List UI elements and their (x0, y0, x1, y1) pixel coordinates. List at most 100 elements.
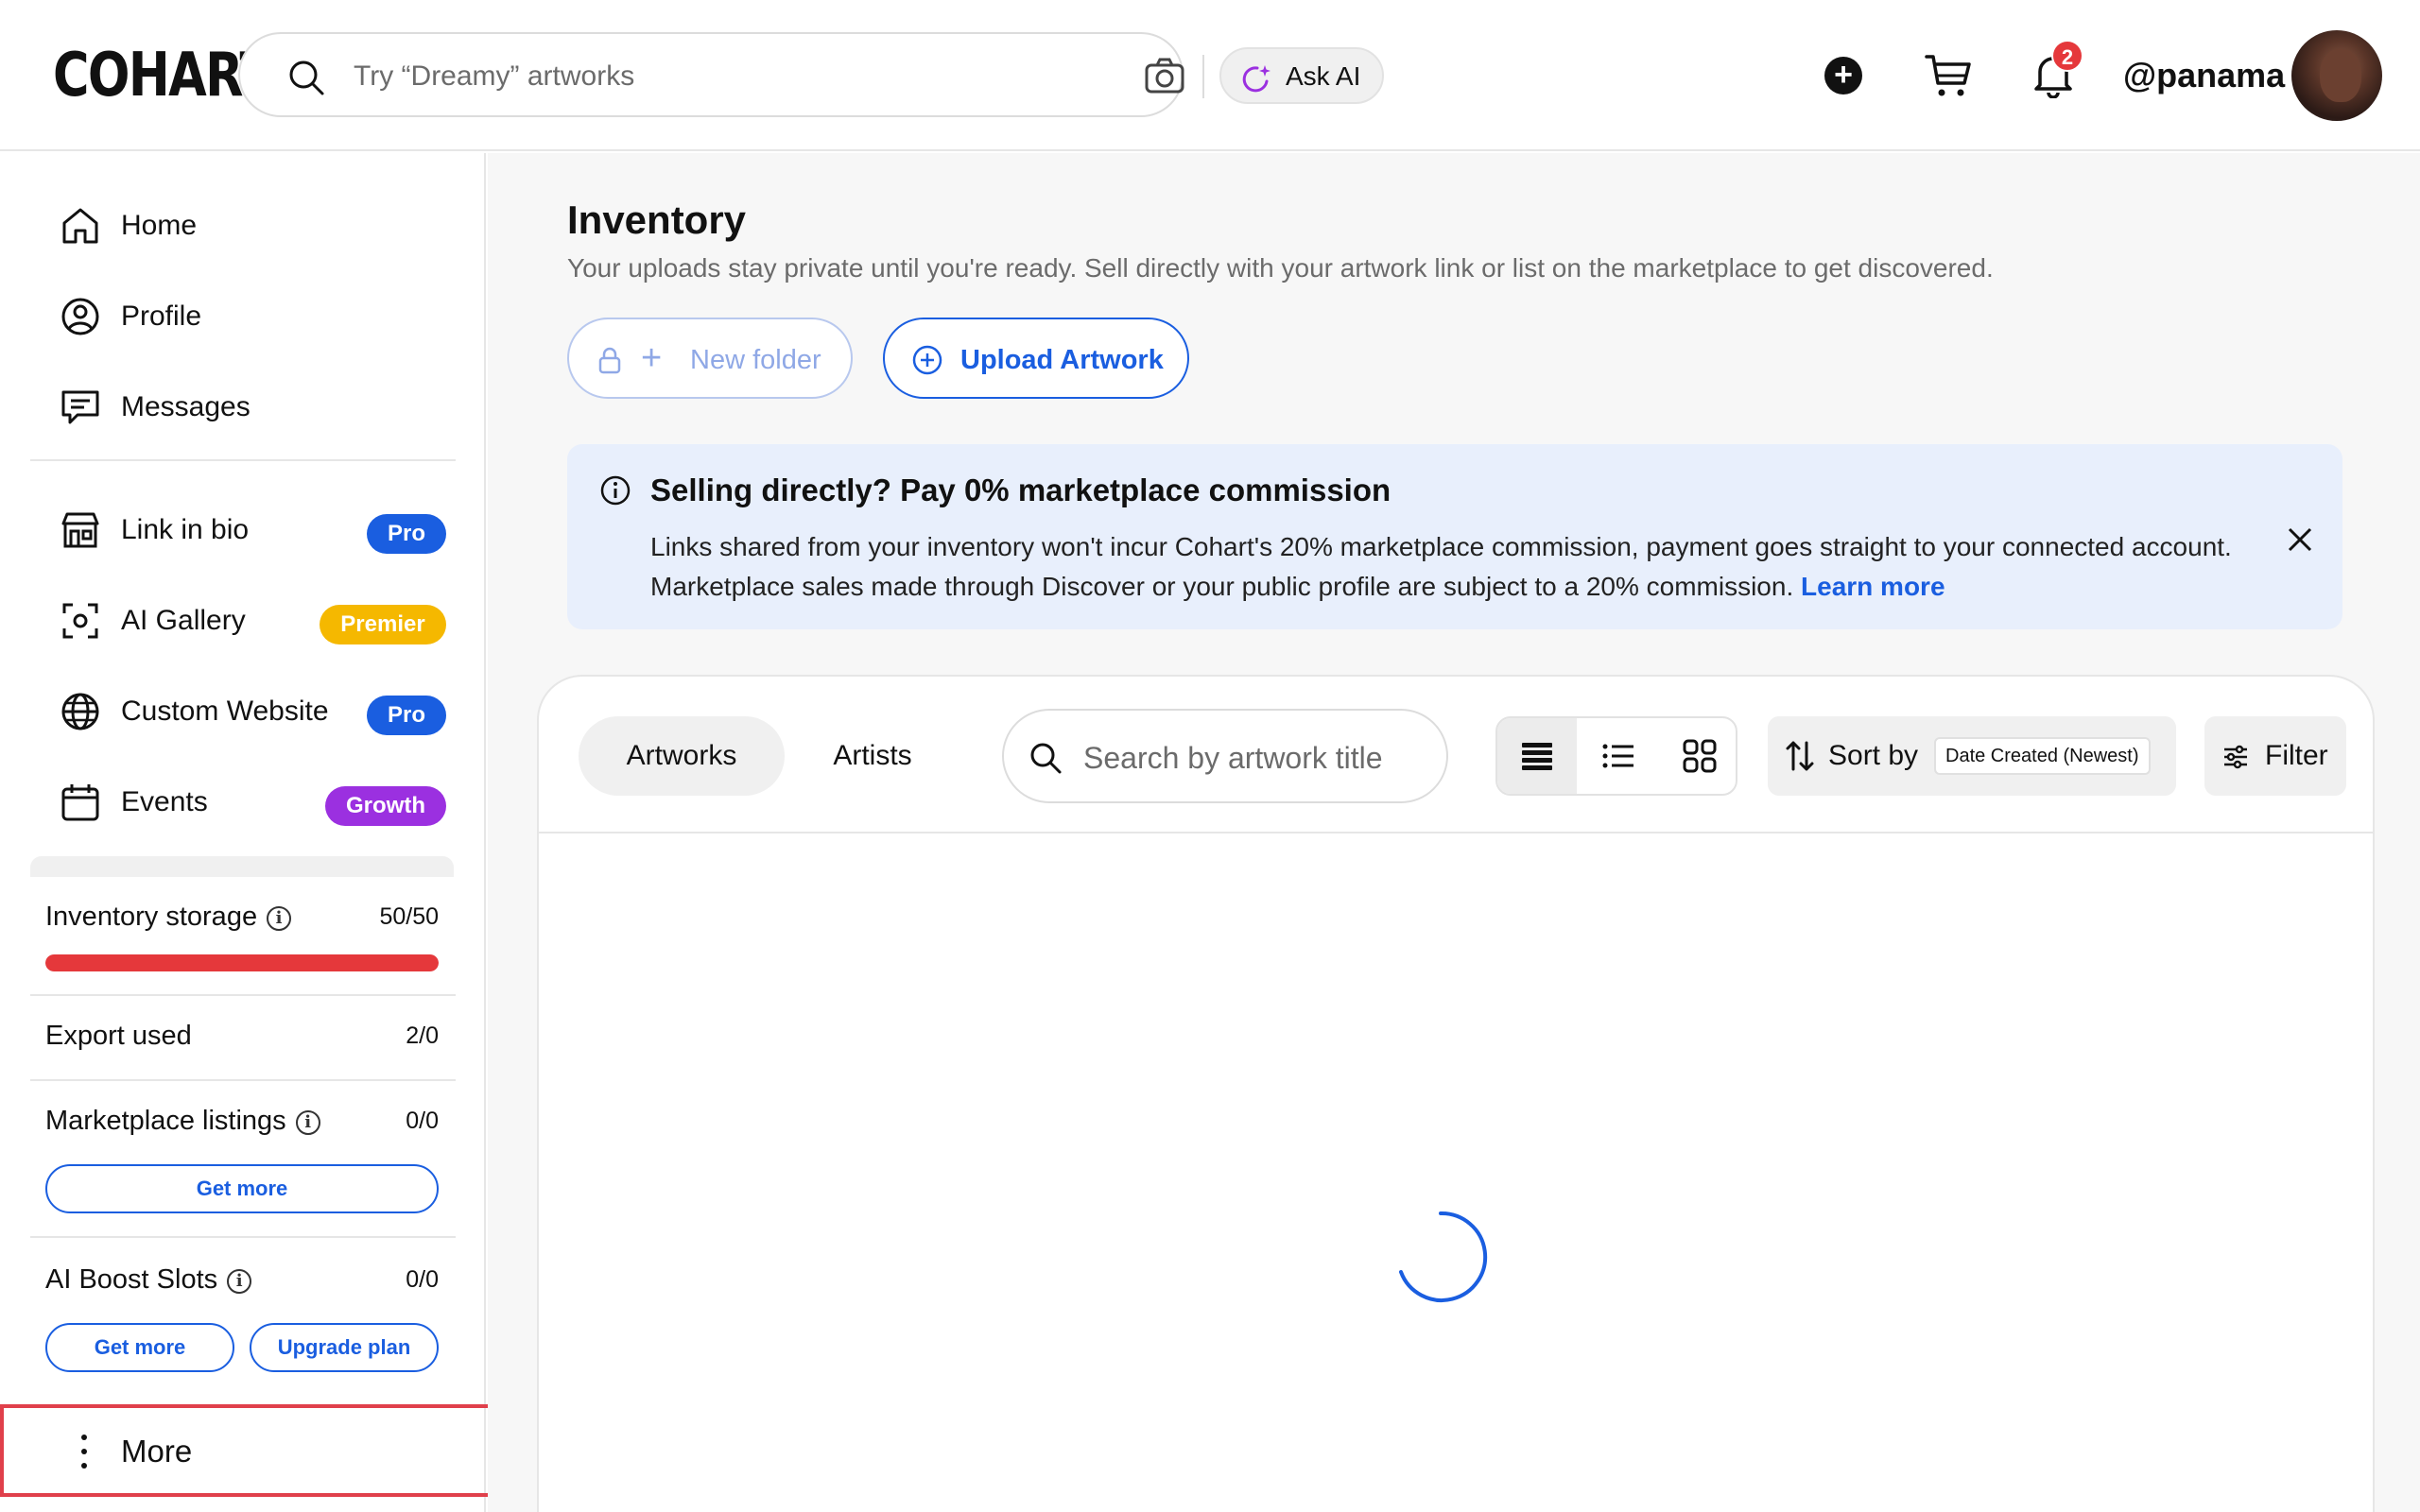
close-icon[interactable] (2286, 525, 2314, 554)
export-used-label: Export used (45, 1021, 192, 1051)
sidebar-item-label: Messages (121, 391, 251, 422)
sidebar-item-label: Profile (121, 301, 202, 332)
compact-view-button[interactable] (1497, 718, 1577, 794)
top-header: COHART Try “Dreamy” artworks Ask AI + 2 … (0, 0, 2420, 151)
grid-icon (1683, 739, 1717, 773)
banner-title: Selling directly? Pay 0% marketplace com… (650, 472, 1392, 507)
plus-icon: + (641, 338, 663, 378)
camera-icon[interactable] (1144, 57, 1185, 94)
inventory-storage-label: Inventory storage (45, 902, 258, 932)
user-icon (61, 298, 99, 335)
view-toggle (1495, 716, 1737, 796)
new-folder-button[interactable]: + New folder (567, 318, 853, 399)
commission-info-banner: Selling directly? Pay 0% marketplace com… (567, 444, 2342, 629)
artwork-search-input[interactable]: Search by artwork title (1083, 739, 1383, 777)
sort-label: Sort by (1828, 740, 1919, 771)
info-icon (600, 475, 631, 506)
search-divider (1202, 55, 1204, 98)
ai-boost-get-more-button[interactable]: Get more (45, 1323, 234, 1372)
inventory-panel: Artworks Artists Search by artwork title… (537, 675, 2375, 1512)
ai-boost-slots-value: 0/0 (406, 1266, 439, 1293)
calendar-icon (61, 784, 99, 821)
sidebar-item-ai-gallery[interactable]: AI Gallery Premier (32, 582, 448, 658)
sidebar-item-events[interactable]: Events Growth (32, 764, 448, 839)
cart-icon[interactable] (1925, 53, 1972, 98)
sidebar-item-profile[interactable]: Profile (32, 278, 448, 353)
ai-boost-slots-row: AI Boost Slots i 0/0 Get more Upgrade pla… (45, 1263, 439, 1372)
inventory-storage-value: 50/50 (379, 903, 439, 930)
loading-spinner-icon (1399, 1211, 1488, 1302)
more-vertical-icon (79, 1435, 89, 1472)
upload-artwork-button[interactable]: Upload Artwork (883, 318, 1189, 399)
more-label: More (121, 1434, 193, 1469)
ai-boost-slots-label: AI Boost Slots (45, 1264, 218, 1295)
avatar[interactable] (2291, 30, 2382, 121)
grid-view-button[interactable] (1660, 718, 1736, 794)
inventory-storage-progress (45, 954, 439, 971)
global-search-input[interactable]: Try “Dreamy” artworks (354, 59, 634, 94)
sparkle-icon (1242, 65, 1270, 93)
premier-badge: Premier (320, 605, 446, 644)
notification-count-badge: 2 (2051, 40, 2083, 72)
sort-dropdown[interactable]: Sort by Date Created (Newest) (1768, 716, 2176, 796)
page-title: Inventory (567, 198, 747, 242)
sidebar-item-label: Home (121, 210, 198, 241)
tab-artworks[interactable]: Artworks (579, 716, 785, 796)
usage-divider (30, 994, 456, 996)
tab-artists[interactable]: Artists (802, 716, 943, 796)
create-plus-button[interactable]: + (1824, 57, 1862, 94)
sidebar-item-label: Custom Website (121, 696, 329, 727)
info-icon[interactable]: i (295, 1110, 320, 1135)
page-subtitle: Your uploads stay private until you're r… (567, 253, 1994, 283)
banner-text: Links shared from your inventory won't i… (650, 532, 2232, 601)
plus-circle-icon (912, 345, 942, 375)
filter-label: Filter (2265, 740, 2328, 771)
sidebar-item-label: AI Gallery (121, 605, 246, 636)
ask-ai-button[interactable]: Ask AI (1219, 47, 1384, 104)
filter-button[interactable]: Filter (2204, 716, 2346, 796)
upload-artwork-label: Upload Artwork (960, 345, 1164, 375)
main-content: Inventory Your uploads stay private unti… (488, 153, 2420, 1512)
marketplace-listings-value: 0/0 (406, 1108, 439, 1134)
sidebar-item-label: Events (121, 786, 208, 817)
list-view-button[interactable] (1579, 718, 1658, 794)
artwork-search-field[interactable]: Search by artwork title (1002, 709, 1448, 803)
sidebar: Home Profile Messages Link in bio Pro AI… (0, 153, 486, 1512)
sidebar-item-link-in-bio[interactable]: Link in bio Pro (32, 491, 448, 567)
sort-selected-value[interactable]: Date Created (Newest) (1934, 737, 2151, 775)
lock-icon (598, 347, 621, 374)
sidebar-item-custom-website[interactable]: Custom Website Pro (32, 673, 448, 748)
export-used-value: 2/0 (406, 1022, 439, 1049)
marketplace-listings-row: Marketplace listings i 0/0 Get more (45, 1104, 439, 1213)
search-icon (289, 60, 324, 95)
learn-more-link[interactable]: Learn more (1801, 572, 1945, 601)
usage-divider (30, 1079, 456, 1081)
panel-divider (539, 832, 2373, 833)
more-menu-button[interactable]: More (0, 1404, 492, 1497)
message-icon (61, 390, 99, 424)
marketplace-get-more-button[interactable]: Get more (45, 1164, 439, 1213)
progress-fill (45, 954, 439, 971)
username[interactable]: @panama (2123, 55, 2285, 96)
inventory-storage-row: Inventory storage i 50/50 (45, 900, 439, 975)
globe-icon (61, 693, 99, 730)
store-icon (61, 512, 99, 548)
usage-divider (30, 1236, 456, 1238)
rows-icon (1522, 743, 1552, 770)
sort-arrows-icon (1786, 741, 1814, 771)
upgrade-plan-button[interactable]: Upgrade plan (250, 1323, 439, 1372)
home-icon (62, 208, 98, 244)
sidebar-divider (30, 459, 456, 461)
export-used-row: Export used 2/0 (45, 1019, 439, 1057)
info-icon[interactable]: i (227, 1269, 252, 1294)
sidebar-item-home[interactable]: Home (32, 187, 448, 263)
list-icon (1602, 744, 1634, 768)
info-icon[interactable]: i (267, 906, 292, 931)
scan-icon (62, 603, 98, 639)
sidebar-item-label: Link in bio (121, 514, 250, 545)
sidebar-item-messages[interactable]: Messages (32, 369, 448, 444)
global-search-bar[interactable]: Try “Dreamy” artworks Ask AI (238, 32, 1384, 117)
pro-badge: Pro (367, 696, 446, 735)
search-icon (1030, 743, 1062, 774)
growth-badge: Growth (325, 786, 446, 826)
